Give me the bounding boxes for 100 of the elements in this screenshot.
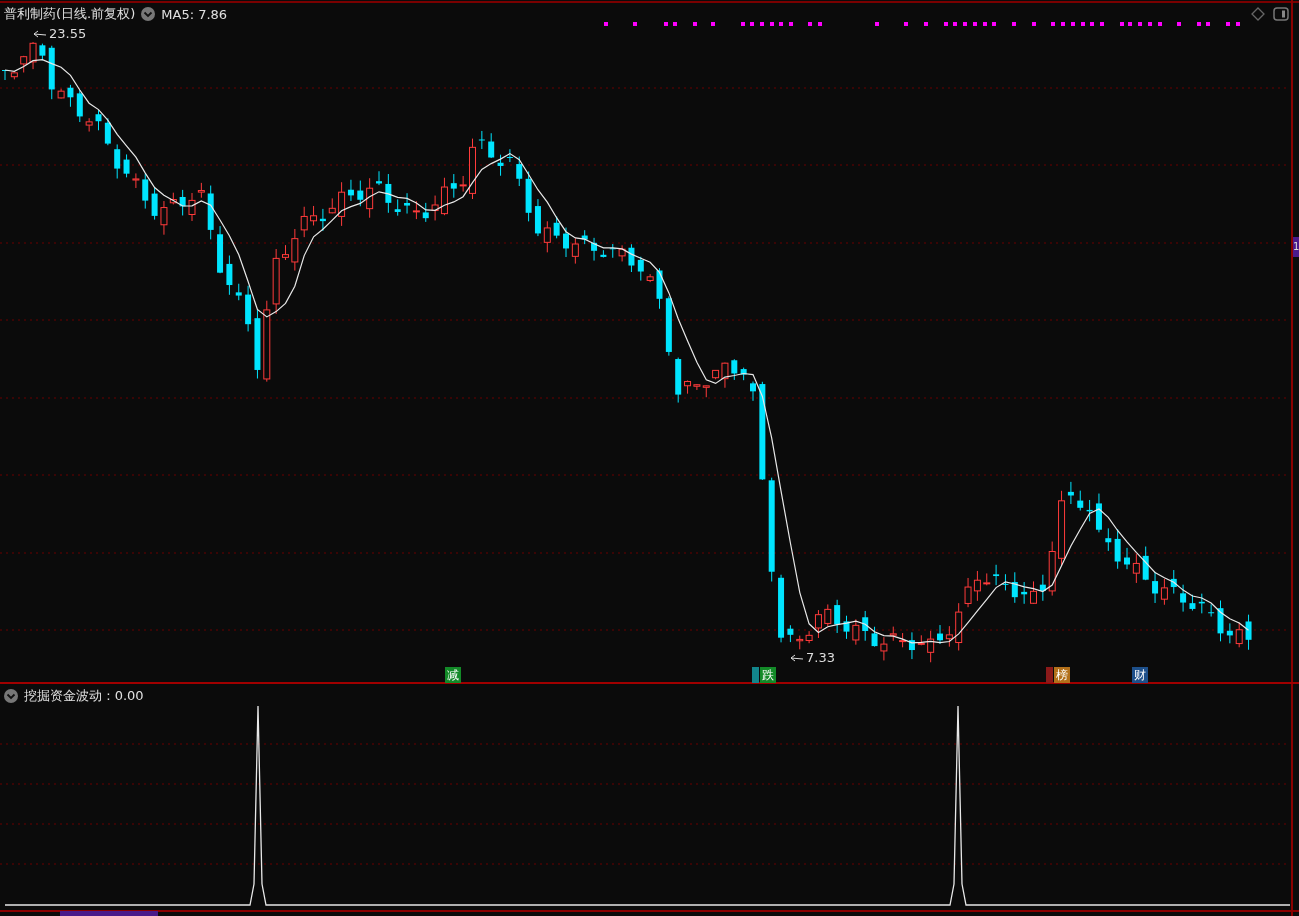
candle (207, 185, 214, 240)
candle (778, 574, 785, 643)
arrow-icon (790, 653, 804, 662)
candle (328, 197, 336, 214)
candle (740, 367, 747, 381)
event-badge[interactable]: 减 (445, 667, 461, 683)
candle (76, 89, 83, 123)
candle (1189, 594, 1196, 612)
candle (142, 173, 149, 210)
candle (10, 71, 18, 80)
candle (1180, 584, 1187, 613)
event-badge[interactable]: 榜 (1054, 667, 1070, 683)
candle (1124, 547, 1130, 570)
candle (394, 198, 401, 217)
candle (945, 625, 953, 648)
candle (1095, 493, 1102, 533)
candle (1002, 573, 1009, 591)
candle (525, 171, 532, 222)
panel-toggle-icon[interactable] (1273, 7, 1289, 21)
candle (254, 308, 261, 379)
dropdown-icon[interactable] (141, 7, 156, 21)
candle (862, 610, 869, 642)
candle (1132, 553, 1140, 584)
candle (843, 615, 850, 640)
candle (618, 244, 626, 262)
diamond-icon[interactable] (1251, 7, 1265, 21)
candle (927, 630, 935, 663)
candle (637, 256, 644, 282)
candle (1208, 603, 1215, 618)
candle (628, 243, 635, 273)
candle (57, 88, 65, 99)
candle (235, 283, 242, 301)
candle (581, 229, 588, 245)
candle (750, 381, 756, 402)
event-badge[interactable]: 跌 (760, 667, 776, 683)
arrow-icon (33, 29, 47, 38)
candle (787, 624, 794, 643)
candle (123, 153, 130, 178)
candle (1226, 622, 1233, 644)
candle (1039, 574, 1046, 602)
candle (646, 273, 654, 283)
candle (852, 618, 860, 646)
candle (1086, 499, 1093, 522)
price-label: 23.55 (49, 26, 87, 41)
dropdown-icon[interactable] (4, 689, 18, 703)
candle (282, 244, 289, 261)
candle (1021, 581, 1028, 605)
candle (357, 180, 364, 207)
candle (67, 84, 74, 108)
candle (226, 255, 233, 296)
candle (516, 156, 523, 187)
candle (543, 220, 551, 253)
candle (1142, 546, 1149, 581)
candle (85, 117, 93, 133)
candle (1235, 622, 1243, 648)
indicator-title: 挖掘资金波动 : 0.00 (24, 687, 144, 705)
candle (95, 109, 102, 131)
candle (871, 626, 878, 648)
candle (385, 173, 392, 214)
candle (1245, 614, 1252, 651)
candle (1170, 569, 1177, 595)
candle (488, 132, 495, 159)
candle (563, 227, 569, 258)
candle (2, 69, 8, 81)
candle (132, 172, 140, 189)
candle (459, 175, 467, 193)
candle (422, 202, 429, 223)
candle (376, 170, 382, 186)
candle (179, 189, 186, 216)
candle (731, 358, 738, 381)
candle (217, 225, 224, 274)
candle (1105, 527, 1112, 552)
candle (366, 177, 374, 219)
candle (104, 117, 111, 146)
indicator-value: MA5: 7.86 (161, 6, 228, 22)
candle (506, 148, 513, 163)
candle (1011, 571, 1018, 604)
event-badge[interactable]: 财 (1132, 667, 1148, 683)
side-tag: 1 (1293, 237, 1299, 257)
candle (993, 564, 1000, 586)
candle (469, 138, 476, 200)
candle (151, 186, 158, 221)
candle (1048, 541, 1056, 597)
candle (497, 154, 504, 177)
candle (834, 599, 841, 634)
price-label: 7.33 (806, 650, 835, 665)
candle (591, 237, 598, 262)
candle (534, 198, 541, 237)
candle (675, 357, 682, 404)
candle (609, 243, 616, 259)
candle (245, 285, 252, 332)
candle (114, 143, 121, 180)
candle (983, 572, 991, 586)
candle (1198, 593, 1205, 614)
candle (450, 173, 457, 199)
candle (1030, 580, 1037, 605)
candle (39, 43, 46, 61)
candle (571, 237, 579, 265)
candle (656, 267, 663, 310)
candle (478, 130, 485, 150)
